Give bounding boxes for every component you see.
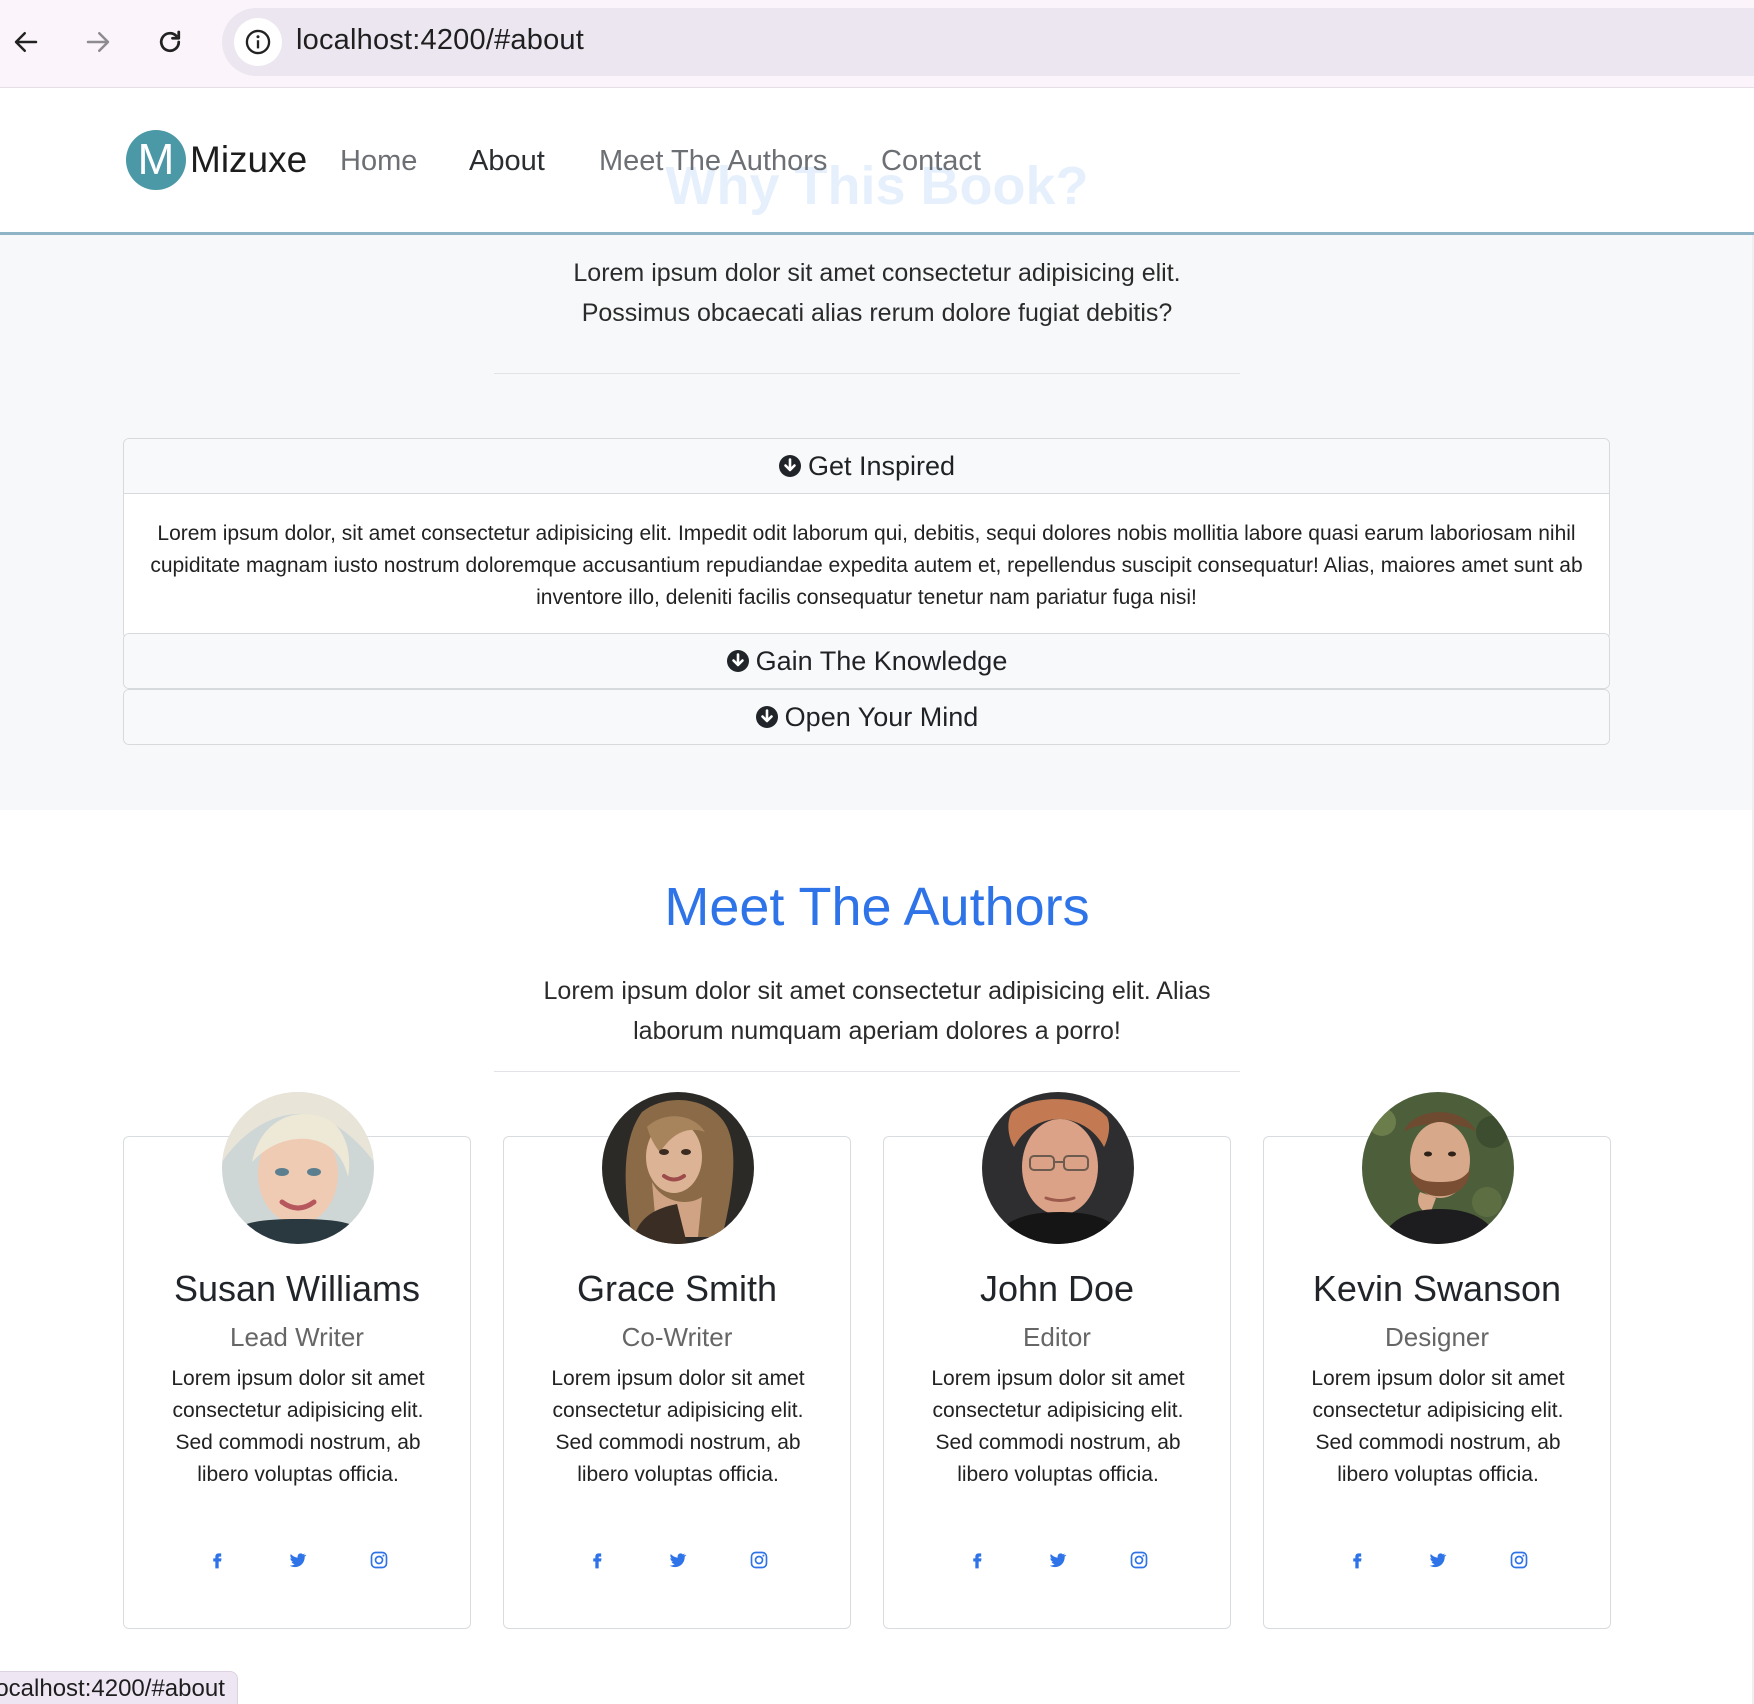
- author-bio: Lorem ipsum dolor sit amet consectetur a…: [551, 1367, 805, 1486]
- author-role: Lead Writer: [230, 1322, 364, 1352]
- avatar: [982, 1092, 1134, 1244]
- forward-button[interactable]: [74, 18, 122, 66]
- facebook-icon[interactable]: [584, 1547, 610, 1573]
- author-name: Susan Williams: [173, 1268, 421, 1309]
- author-card: John Doe Editor Lorem ipsum dolor sit am…: [883, 1092, 1231, 1629]
- instagram-icon[interactable]: [366, 1547, 392, 1573]
- divider: [494, 373, 1240, 374]
- nav-link-meet-authors[interactable]: Meet The Authors: [599, 145, 827, 178]
- authors-section-title: Meet The Authors: [664, 877, 1090, 937]
- status-url: localhost:4200/#about: [0, 1675, 225, 1702]
- forward-arrow-icon: [86, 32, 110, 52]
- logo-badge[interactable]: M: [126, 130, 186, 190]
- author-name: Grace Smith: [576, 1268, 778, 1309]
- author-role: Designer: [1384, 1322, 1490, 1352]
- status-bubble: localhost:4200/#about: [0, 1671, 238, 1704]
- accordion-title: Open Your Mind: [784, 701, 979, 732]
- avatar: [222, 1092, 374, 1244]
- browser-toolbar: localhost:4200/#about: [0, 0, 1754, 88]
- about-lead-line2: Possimus obcaecati alias rerum dolore fu…: [581, 299, 1173, 327]
- address-bar[interactable]: localhost:4200/#about: [222, 8, 1754, 76]
- divider: [494, 1071, 1240, 1072]
- accordion-title: Gain The Knowledge: [755, 645, 1008, 676]
- instagram-icon[interactable]: [746, 1547, 772, 1573]
- twitter-icon[interactable]: [1044, 1547, 1070, 1573]
- about-section: Lorem ipsum dolor sit amet consectetur a…: [0, 235, 1754, 810]
- author-card: Susan Williams Lead Writer Lorem ipsum d…: [123, 1092, 471, 1629]
- social-links: [884, 1547, 1230, 1577]
- social-links: [504, 1547, 850, 1577]
- avatar: [1362, 1092, 1514, 1244]
- url-text[interactable]: localhost:4200/#about: [296, 24, 584, 57]
- facebook-icon[interactable]: [964, 1547, 990, 1573]
- author-bio: Lorem ipsum dolor sit amet consectetur a…: [931, 1367, 1185, 1486]
- accordion-item-gain-knowledge: Gain The Knowledge: [123, 633, 1610, 689]
- author-name: Kevin Swanson: [1312, 1268, 1562, 1309]
- author-name: John Doe: [979, 1268, 1135, 1309]
- authors-lead-line2: laborum numquam aperiam dolores a porro!: [633, 1017, 1121, 1045]
- accordion-item-open-mind: Open Your Mind: [123, 689, 1610, 745]
- avatar: [602, 1092, 754, 1244]
- nav-link-home[interactable]: Home: [340, 145, 417, 178]
- social-links: [124, 1547, 470, 1577]
- brand-name[interactable]: Mizuxe: [190, 139, 307, 181]
- author-bio: Lorem ipsum dolor sit amet consectetur a…: [171, 1367, 425, 1486]
- accordion-item-get-inspired: Get Inspired Lorem ipsum dolor, sit amet…: [123, 438, 1610, 639]
- twitter-icon[interactable]: [664, 1547, 690, 1573]
- author-card: Grace Smith Co-Writer Lorem ipsum dolor …: [503, 1092, 851, 1629]
- author-bio: Lorem ipsum dolor sit amet consectetur a…: [1311, 1367, 1565, 1486]
- arrow-circle-down-icon: [755, 706, 778, 728]
- reload-button[interactable]: [146, 18, 194, 66]
- accordion-body: Lorem ipsum dolor, sit amet consectetur …: [124, 493, 1609, 638]
- twitter-icon[interactable]: [1424, 1547, 1450, 1573]
- twitter-icon[interactable]: [284, 1547, 310, 1573]
- author-card: Kevin Swanson Designer Lorem ipsum dolor…: [1263, 1092, 1611, 1629]
- site-info-icon[interactable]: [234, 18, 282, 66]
- instagram-icon[interactable]: [1506, 1547, 1532, 1573]
- authors-lead-line1: Lorem ipsum dolor sit amet consectetur a…: [543, 977, 1211, 1005]
- arrow-circle-down-icon: [778, 455, 801, 477]
- facebook-icon[interactable]: [1344, 1547, 1370, 1573]
- site-navbar: Why This Book? M Mizuxe Home About Meet …: [0, 89, 1754, 235]
- social-links: [1264, 1547, 1610, 1577]
- facebook-icon[interactable]: [204, 1547, 230, 1573]
- reload-icon: [159, 30, 181, 53]
- back-button[interactable]: [2, 18, 50, 66]
- author-role: Co-Writer: [621, 1322, 733, 1352]
- accordion-header-open-mind[interactable]: Open Your Mind: [124, 690, 1609, 744]
- accordion-header-get-inspired[interactable]: Get Inspired: [124, 439, 1609, 493]
- instagram-icon[interactable]: [1126, 1547, 1152, 1573]
- accordion-header-gain-knowledge[interactable]: Gain The Knowledge: [124, 634, 1609, 688]
- nav-link-about[interactable]: About: [469, 145, 545, 178]
- arrow-circle-down-icon: [726, 650, 749, 672]
- author-role: Editor: [1023, 1322, 1091, 1352]
- about-lead-line1: Lorem ipsum dolor sit amet consectetur a…: [573, 259, 1181, 287]
- nav-link-contact[interactable]: Contact: [881, 145, 981, 178]
- back-arrow-icon: [14, 32, 38, 52]
- accordion-title: Get Inspired: [807, 450, 956, 481]
